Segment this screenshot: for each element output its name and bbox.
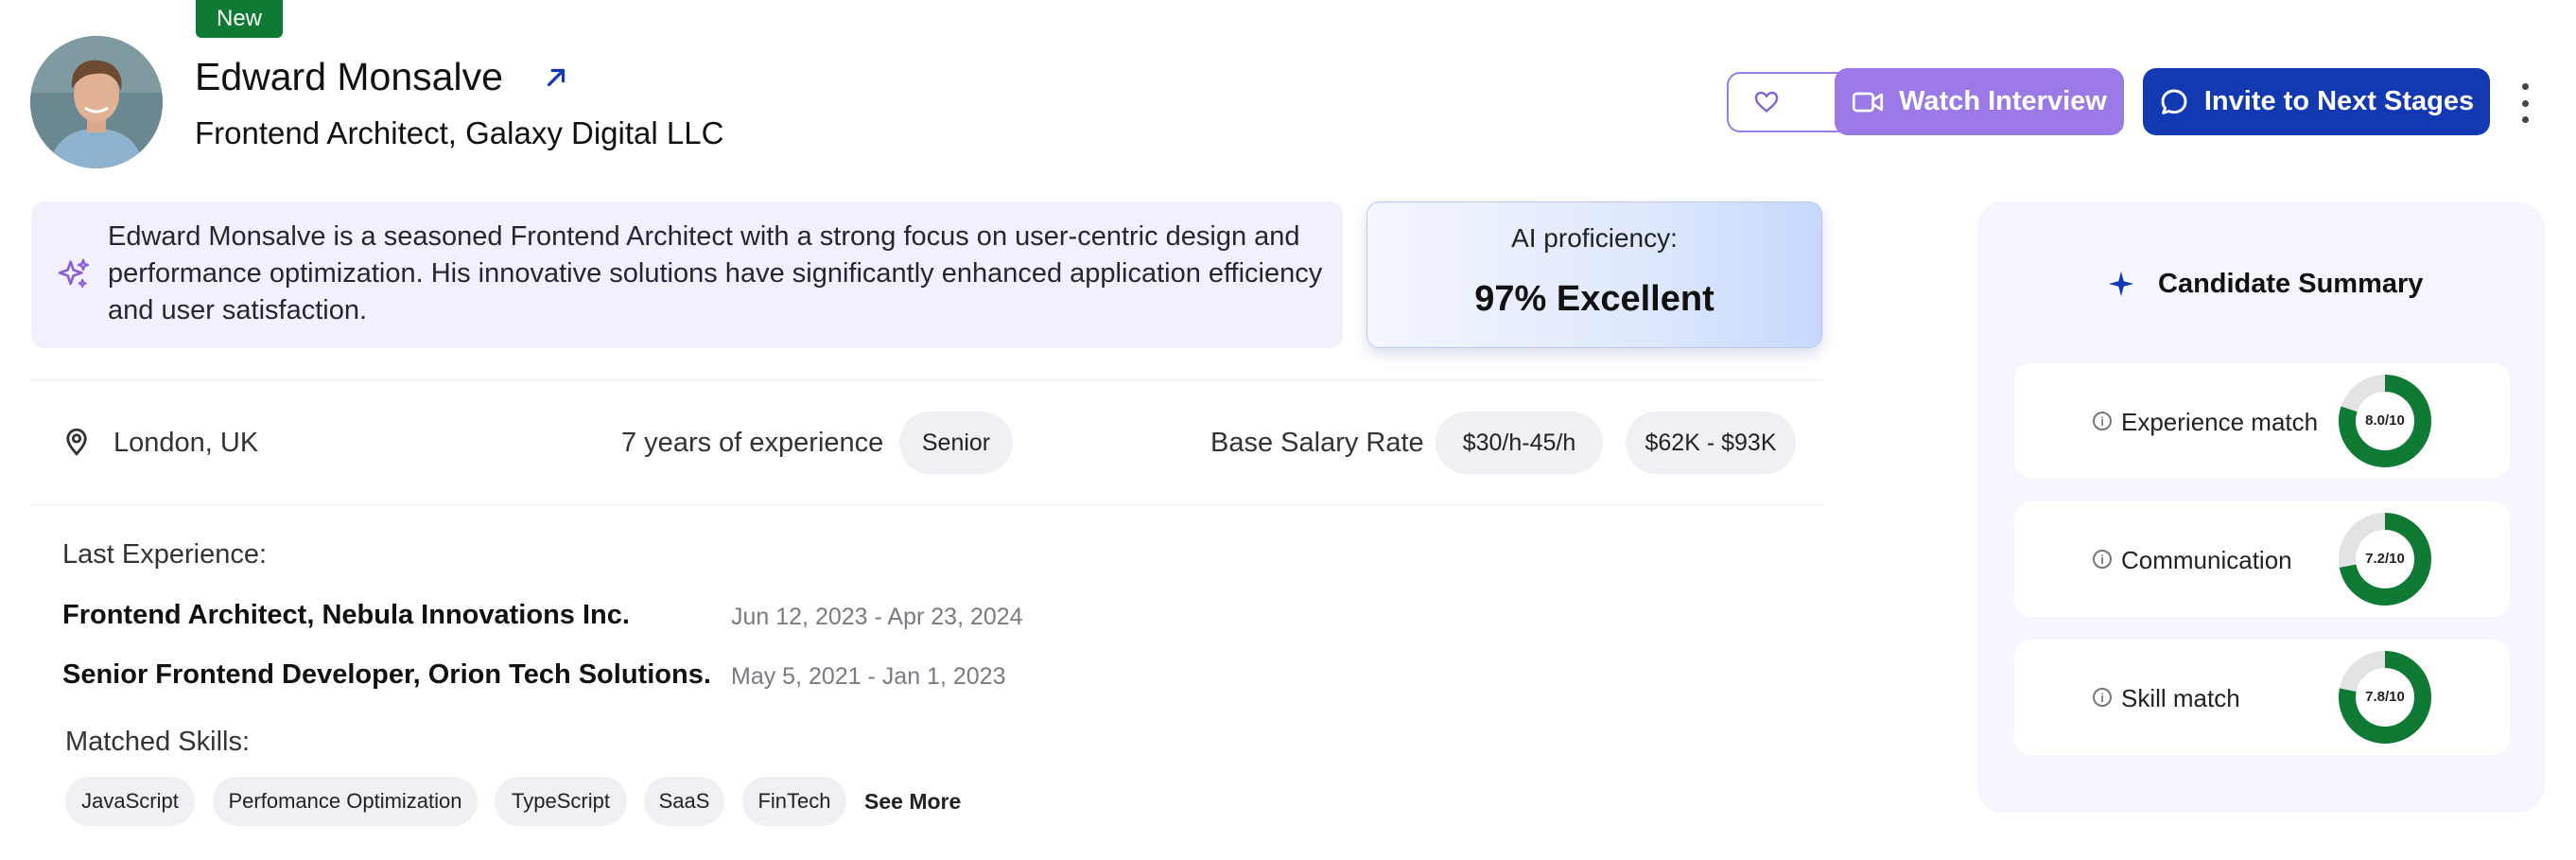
candidate-name: Edward Monsalve (195, 55, 503, 98)
invite-next-stages-button[interactable]: Invite to Next Stages (2143, 68, 2490, 135)
invite-next-stages-label: Invite to Next Stages (2203, 86, 2475, 116)
video-icon (1853, 92, 1884, 112)
candidate-summary-title: Candidate Summary (2158, 269, 2424, 299)
skill-tag: TypeScript (495, 777, 627, 826)
info-icon[interactable]: i (2093, 550, 2112, 569)
annual-salary-badge: $62K - $93K (1626, 412, 1796, 474)
score-value: 7.2/10 (2365, 551, 2405, 567)
watch-interview-button[interactable]: Watch Interview (1835, 68, 2124, 135)
matched-skills-title: Matched Skills: (65, 727, 251, 757)
metric-label: Communication (2121, 546, 2292, 574)
skill-tag: FinTech (742, 777, 846, 826)
metric-label: Skill match (2121, 684, 2240, 712)
score-value: 8.0/10 (2365, 412, 2405, 429)
open-profile-link[interactable] (537, 59, 575, 97)
more-options-button[interactable] (2512, 79, 2538, 127)
map-pin-icon (66, 428, 87, 456)
skill-tag: JavaScript (65, 777, 195, 826)
sparkles-icon (58, 258, 90, 289)
ai-proficiency-value: 97% Excellent (1474, 279, 1714, 319)
location-text: London, UK (113, 428, 259, 458)
divider (31, 379, 1824, 380)
see-more-skills-link[interactable]: See More (864, 789, 961, 815)
skill-tag: Perfomance Optimization (213, 777, 478, 826)
experience-role: Frontend Architect, Nebula Innovations I… (62, 600, 630, 630)
experience-dates: Jun 12, 2023 - Apr 23, 2024 (731, 604, 1023, 630)
candidate-avatar (30, 36, 163, 168)
info-icon[interactable]: i (2093, 412, 2112, 430)
salary-label: Base Salary Rate (1210, 428, 1424, 458)
divider (31, 504, 1824, 505)
heart-icon (1754, 91, 1778, 113)
more-vertical-icon (2521, 83, 2529, 90)
arrow-up-right-icon (547, 68, 566, 87)
skill-tag: SaaS (644, 777, 724, 826)
skill-match-card (2014, 640, 2510, 755)
new-badge: New (196, 0, 283, 38)
watch-interview-label: Watch Interview (1899, 86, 2107, 116)
experience-dates: May 5, 2021 - Jan 1, 2023 (731, 663, 1006, 690)
bio-text: Edward Monsalve is a seasoned Frontend A… (108, 221, 1323, 325)
hourly-rate-badge: $30/h-45/h (1436, 412, 1603, 474)
info-icon[interactable]: i (2093, 688, 2112, 707)
experience-years: 7 years of experience (621, 428, 884, 458)
last-experience-title: Last Experience: (62, 539, 268, 570)
score-value: 7.8/10 (2365, 689, 2405, 705)
star-icon (2108, 271, 2134, 297)
metric-label: Experience match (2121, 408, 2319, 436)
candidate-role: Frontend Architect, Galaxy Digital LLC (195, 115, 724, 150)
ai-proficiency-label: AI proficiency: (1511, 223, 1678, 253)
chat-bubble-icon (2161, 89, 2187, 114)
experience-role: Senior Frontend Developer, Orion Tech So… (62, 659, 711, 690)
seniority-badge: Senior (899, 412, 1013, 474)
